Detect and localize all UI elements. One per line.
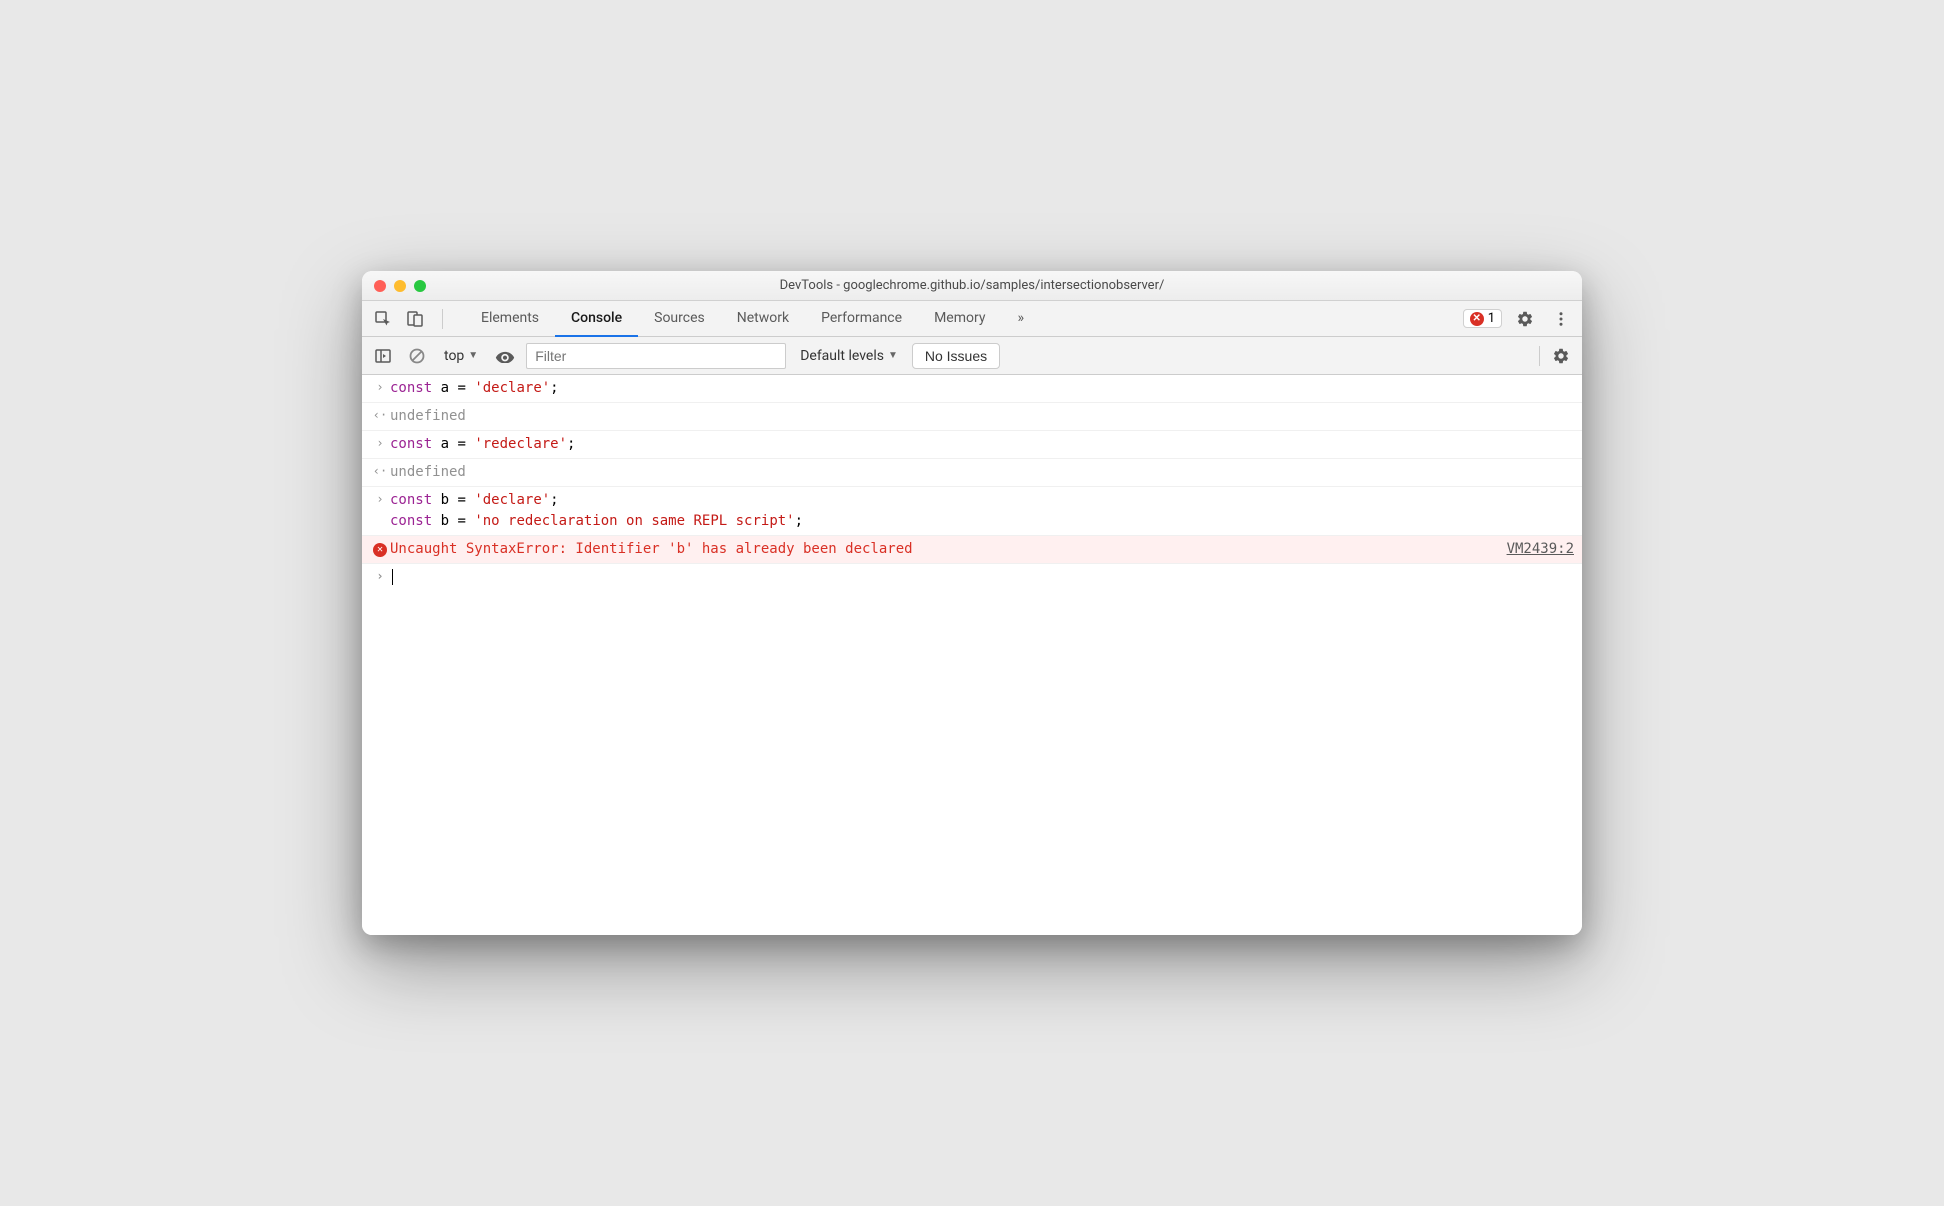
console-error-row: ✕Uncaught SyntaxError: Identifier 'b' ha… <box>362 536 1582 564</box>
tab-sources[interactable]: Sources <box>638 301 721 337</box>
console-output-row: ‹·undefined <box>362 403 1582 431</box>
tab-network[interactable]: Network <box>721 301 805 337</box>
issues-button[interactable]: No Issues <box>912 343 1000 369</box>
console-output-row: ‹·undefined <box>362 459 1582 487</box>
clear-console-icon[interactable] <box>404 343 430 369</box>
console-code: const a = 'redeclare'; <box>390 434 1574 455</box>
devtools-window: DevTools - googlechrome.github.io/sample… <box>362 271 1582 935</box>
console-toolbar: top ▼ Default levels ▼ No Issues <box>362 337 1582 375</box>
chevron-down-icon: ▼ <box>468 350 478 361</box>
inspect-element-icon[interactable] <box>370 306 396 332</box>
tabs-left: Elements Console Sources Network Perform… <box>370 301 1040 337</box>
divider <box>1539 346 1540 366</box>
console-code: const b = 'declare'; const b = 'no redec… <box>390 490 1574 532</box>
console-input-row: ›const b = 'declare'; const b = 'no rede… <box>362 487 1582 536</box>
context-label: top <box>444 348 464 364</box>
maximize-window-button[interactable] <box>414 280 426 292</box>
more-menu-icon[interactable] <box>1548 306 1574 332</box>
context-selector[interactable]: top ▼ <box>438 346 484 366</box>
tab-console[interactable]: Console <box>555 301 638 337</box>
show-console-sidebar-icon[interactable] <box>370 343 396 369</box>
log-levels-selector[interactable]: Default levels ▼ <box>794 346 904 366</box>
toolbar-right <box>1531 343 1574 369</box>
tab-overflow[interactable]: » <box>1001 301 1040 337</box>
tab-performance[interactable]: Performance <box>805 301 918 337</box>
error-icon: ✕ <box>370 539 390 560</box>
filter-input[interactable] <box>526 343 786 369</box>
traffic-lights <box>374 280 426 292</box>
input-chevron-icon: › <box>370 434 390 455</box>
input-chevron-icon: › <box>370 490 390 532</box>
titlebar: DevTools - googlechrome.github.io/sample… <box>362 271 1582 301</box>
error-message: Uncaught SyntaxError: Identifier 'b' has… <box>390 539 1487 560</box>
input-chevron-icon: › <box>370 378 390 399</box>
console-input-field[interactable] <box>390 567 1574 588</box>
error-icon: ✕ <box>1470 312 1484 326</box>
output-chevron-icon: ‹· <box>370 462 390 483</box>
settings-icon[interactable] <box>1512 306 1538 332</box>
console-input-row: ›const a = 'declare'; <box>362 375 1582 403</box>
main-tabs-bar: Elements Console Sources Network Perform… <box>362 301 1582 337</box>
tab-elements[interactable]: Elements <box>465 301 555 337</box>
tabs-list: Elements Console Sources Network Perform… <box>465 301 1040 337</box>
divider <box>442 309 443 329</box>
window-title: DevTools - googlechrome.github.io/sample… <box>374 278 1570 293</box>
source-link[interactable]: VM2439:2 <box>1487 539 1574 560</box>
console-prompt-row: › <box>362 564 1582 591</box>
console-input-row: ›const a = 'redeclare'; <box>362 431 1582 459</box>
live-expression-icon[interactable] <box>492 343 518 369</box>
error-count-badge[interactable]: ✕ 1 <box>1463 309 1502 328</box>
minimize-window-button[interactable] <box>394 280 406 292</box>
console-result: undefined <box>390 406 1574 427</box>
device-toolbar-icon[interactable] <box>402 306 428 332</box>
console-code: const a = 'declare'; <box>390 378 1574 399</box>
prompt-chevron-icon: › <box>370 567 390 588</box>
output-chevron-icon: ‹· <box>370 406 390 427</box>
levels-label: Default levels <box>800 348 884 364</box>
console-result: undefined <box>390 462 1574 483</box>
tabs-right: ✕ 1 <box>1463 306 1574 332</box>
chevron-down-icon: ▼ <box>888 350 898 361</box>
console-settings-icon[interactable] <box>1548 343 1574 369</box>
error-count: 1 <box>1488 311 1495 326</box>
console-messages[interactable]: ›const a = 'declare';‹·undefined›const a… <box>362 375 1582 935</box>
tab-memory[interactable]: Memory <box>918 301 1001 337</box>
close-window-button[interactable] <box>374 280 386 292</box>
